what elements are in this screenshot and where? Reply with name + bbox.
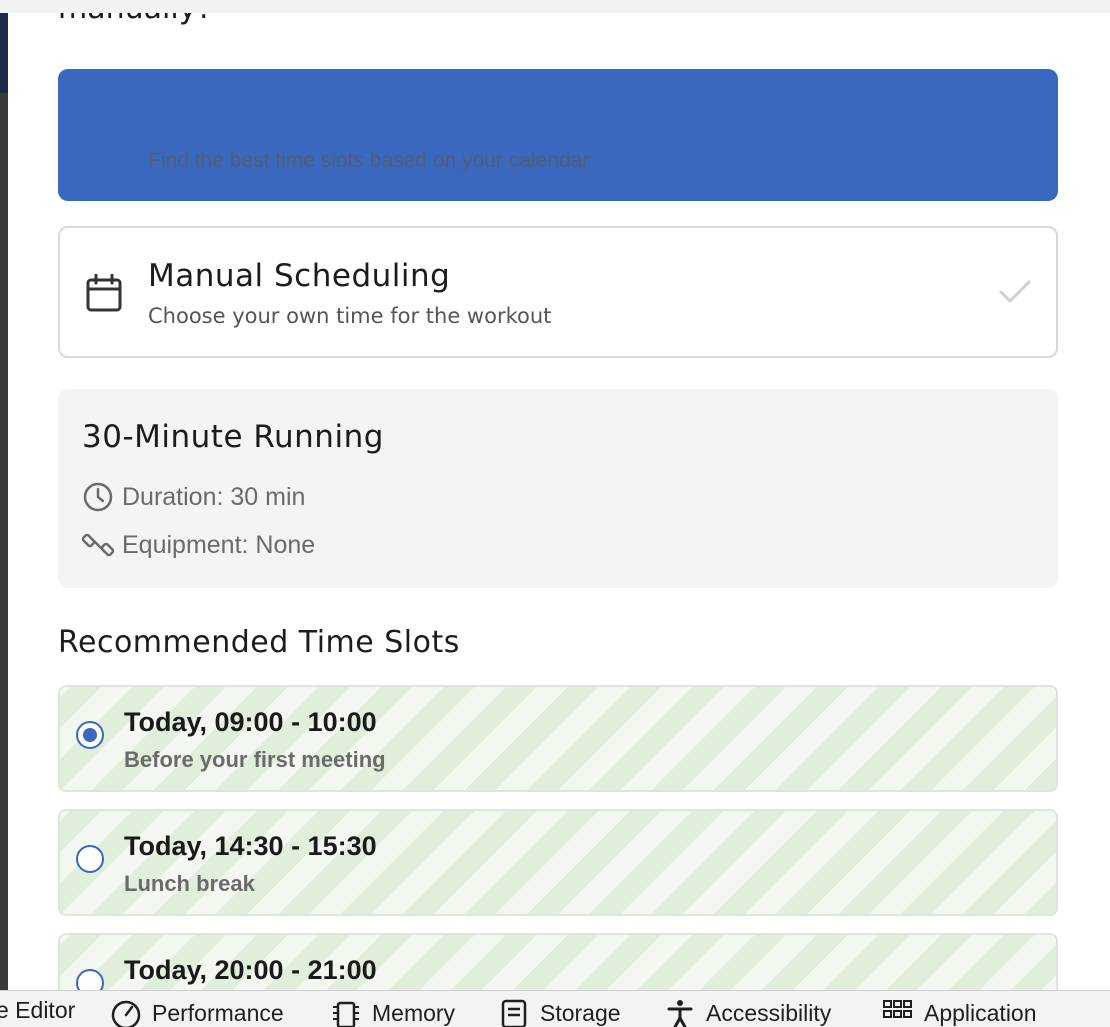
devtools-tab-performance[interactable]: Performance: [110, 997, 284, 1027]
time-slot-option[interactable]: Today, 09:00 - 10:00 Before your first m…: [58, 685, 1058, 792]
schedule-modal: manually? Find the best time slots based…: [8, 13, 1110, 990]
time-slot-option[interactable]: Today, 14:30 - 15:30 Lunch break: [58, 809, 1058, 916]
tab-label: Application: [924, 999, 1037, 1026]
gauge-icon: [111, 1000, 141, 1027]
manual-option-title: Manual Scheduling: [148, 258, 451, 294]
slots-section-title: Recommended Time Slots: [58, 625, 460, 660]
manual-schedule-option[interactable]: Manual Scheduling Choose your own time f…: [58, 226, 1058, 358]
devtools-tab-storage[interactable]: Storage: [498, 997, 621, 1027]
page-backdrop: [0, 13, 8, 990]
manual-option-description: Choose your own time for the workout: [148, 304, 552, 328]
slot-time: Today, 20:00 - 21:00: [124, 955, 377, 985]
slot-note: Lunch break: [124, 871, 255, 896]
slot-radio-selected[interactable]: [76, 721, 104, 749]
slot-radio[interactable]: [76, 969, 104, 990]
check-icon: [999, 280, 1031, 303]
auto-option-description: Find the best time slots based on your c…: [148, 149, 590, 172]
duration-label: Duration: 30 min: [122, 482, 306, 511]
calendar-icon: [86, 274, 122, 312]
devtools-tab-memory[interactable]: Memory: [330, 997, 455, 1027]
storage-icon: [501, 999, 527, 1027]
workout-equipment: Equipment: None: [82, 529, 315, 561]
clock-icon: [83, 482, 113, 512]
equipment-label: Equipment: None: [122, 530, 316, 559]
slot-time: Today, 09:00 - 10:00: [124, 707, 377, 737]
workout-title: 30-Minute Running: [82, 419, 384, 455]
grid-icon: [883, 1000, 912, 1018]
devtools-tab-editor[interactable]: e Editor: [0, 997, 75, 1024]
tab-label: Storage: [540, 999, 621, 1026]
dumbbell-icon: [82, 533, 114, 557]
slot-time: Today, 14:30 - 15:30: [124, 831, 377, 861]
workout-duration: Duration: 30 min: [82, 481, 305, 513]
slot-note: Before your first meeting: [124, 747, 386, 772]
workout-summary-card: 30-Minute Running Duration: 30 min Equip…: [58, 389, 1058, 588]
accessibility-icon: [667, 1000, 693, 1027]
tab-label: Accessibility: [706, 999, 832, 1026]
backdrop-header: [0, 13, 8, 93]
slot-radio[interactable]: [76, 845, 104, 873]
tab-label: Performance: [152, 999, 284, 1026]
time-slot-option[interactable]: Today, 20:00 - 21:00: [58, 933, 1058, 990]
auto-schedule-option[interactable]: Find the best time slots based on your c…: [58, 69, 1058, 201]
tab-label: Memory: [372, 999, 456, 1026]
modal-title: manually?: [58, 13, 212, 26]
tab-label: e Editor: [0, 997, 76, 1023]
devtools-tab-accessibility[interactable]: Accessibility: [664, 997, 831, 1027]
browser-top-strip: [0, 0, 1110, 13]
memory-chip-icon: [333, 1001, 359, 1027]
devtools-tab-application[interactable]: Application: [882, 997, 1037, 1027]
devtools-tab-bar: e Editor Performance Memory Storage Acce…: [0, 990, 1110, 1027]
